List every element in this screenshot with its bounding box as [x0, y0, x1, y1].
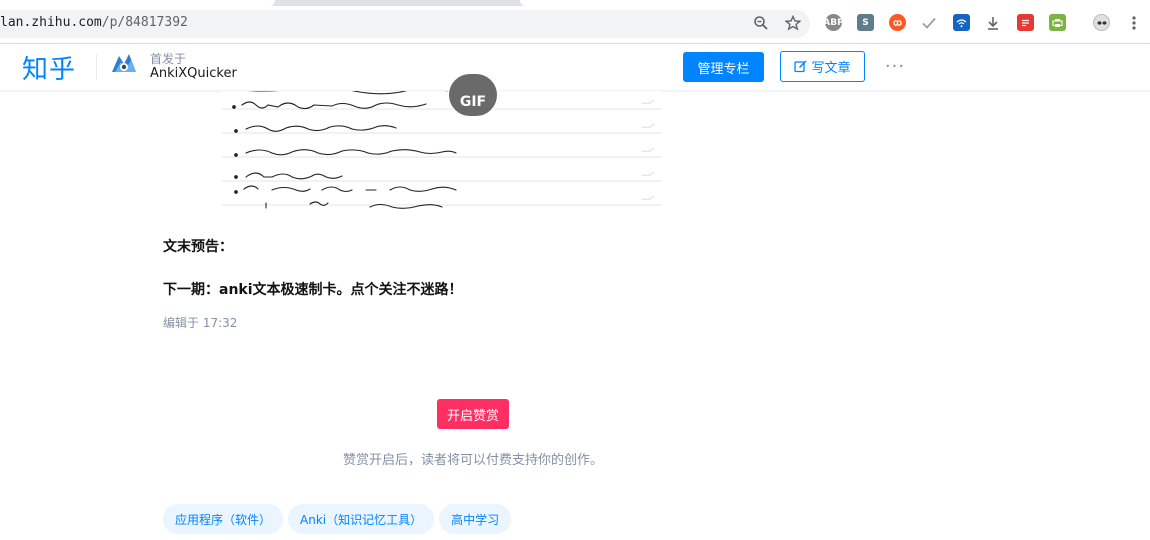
more-icon[interactable]: ··· — [883, 54, 907, 78]
s-icon[interactable]: S — [857, 14, 874, 31]
menu-icon[interactable] — [1124, 13, 1144, 33]
column-avatar[interactable] — [110, 50, 138, 78]
tab[interactable] — [520, 0, 1150, 6]
tab[interactable] — [0, 0, 275, 6]
download-icon[interactable] — [983, 13, 1003, 33]
article-paragraph: 文末预告： — [163, 239, 233, 255]
topic-tags: 应用程序（软件） Anki（知识记忆工具） 高中学习 — [163, 504, 512, 534]
topic-tag[interactable]: 应用程序（软件） — [163, 504, 284, 534]
column-name[interactable]: AnkiXQuicker — [150, 66, 237, 81]
reward-description: 赞赏开启后，读者将可以付费支持你的创作。 — [342, 453, 603, 468]
infinity-icon[interactable] — [889, 14, 906, 31]
zhihu-header: 知乎 首发于 AnkiXQuicker 管理专栏 写文章 ··· — [0, 44, 1150, 91]
edit-icon — [794, 60, 808, 73]
edited-time: 编辑于 17:32 — [163, 316, 238, 330]
print-icon[interactable] — [1049, 14, 1066, 31]
write-article-button[interactable]: 写文章 — [780, 51, 865, 82]
manage-column-button[interactable]: 管理专栏 — [683, 52, 764, 82]
note-icon[interactable] — [1017, 14, 1034, 31]
published-in-label: 首发于 — [150, 52, 187, 66]
tab-strip — [0, 0, 1150, 6]
url-host: lan.zhihu.com — [0, 15, 102, 30]
enable-reward-button[interactable]: 开启赞赏 — [437, 399, 509, 429]
url-path: /p/84817392 — [101, 15, 188, 30]
star-icon[interactable] — [783, 13, 803, 33]
profile-icon[interactable] — [1093, 14, 1110, 31]
topic-tag[interactable]: 高中学习 — [439, 504, 512, 534]
article-gif-image[interactable] — [222, 91, 662, 213]
gif-badge[interactable]: GIF — [447, 72, 499, 118]
write-article-label: 写文章 — [811, 61, 851, 76]
url-text: lan.zhihu.com/p/84817392 — [0, 15, 188, 30]
check-icon[interactable] — [919, 13, 939, 33]
address-bar[interactable]: lan.zhihu.com/p/84817392 — [0, 10, 810, 38]
zhihu-logo[interactable]: 知乎 — [22, 49, 76, 86]
article-paragraph: 下一期：anki文本极速制卡。点个关注不迷路！ — [163, 282, 463, 298]
header-divider — [96, 54, 97, 80]
wifi-icon[interactable] — [953, 14, 970, 31]
zoom-icon[interactable] — [751, 13, 771, 33]
browser-toolbar: lan.zhihu.com/p/84817392 ABP S — [0, 0, 1150, 44]
topic-tag[interactable]: Anki（知识记忆工具） — [288, 504, 435, 534]
abp-icon[interactable]: ABP — [823, 14, 844, 31]
